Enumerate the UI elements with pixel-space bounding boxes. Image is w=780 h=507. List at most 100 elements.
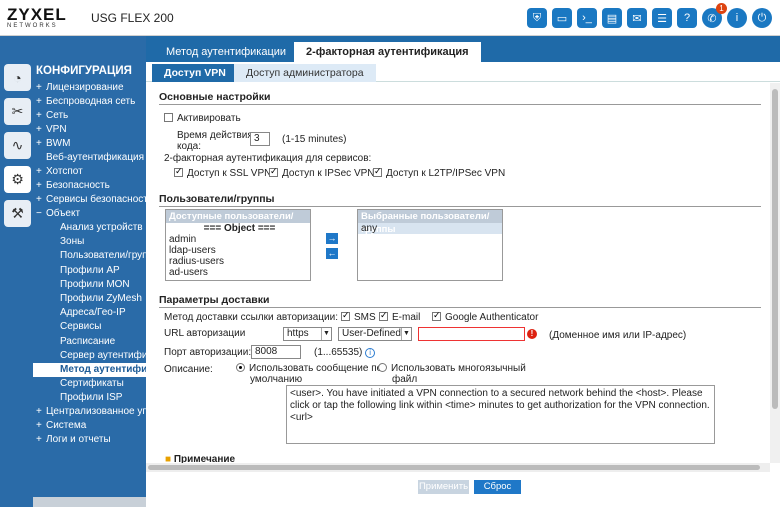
port-input[interactable]: 8008	[251, 345, 301, 359]
sidebar-item[interactable]: + Лицензирование	[33, 81, 146, 95]
ssl-vpn-checkbox[interactable]	[174, 166, 183, 177]
expand-toggle-icon[interactable]: +	[36, 137, 46, 151]
info-icon[interactable]: i	[365, 348, 376, 358]
host-type-select[interactable]: User-Defined ▼	[338, 327, 412, 341]
sidebar-item[interactable]: − Объект	[33, 207, 146, 221]
valid-time-input[interactable]: 3	[250, 132, 270, 146]
method-email[interactable]: E-mail	[379, 310, 420, 323]
move-right-button[interactable]: →	[326, 233, 338, 244]
expand-toggle-icon[interactable]: +	[36, 433, 46, 447]
dashboard-icon[interactable]: ◔	[4, 64, 31, 91]
expand-toggle-icon[interactable]: +	[36, 193, 46, 207]
activate-checkbox-row[interactable]: Активировать	[164, 113, 241, 124]
desc-default-option[interactable]: Использовать сообщение по умолчанию	[236, 363, 382, 385]
monitor-icon[interactable]: ▭	[552, 8, 572, 28]
sidebar-subitem[interactable]: Пользователи/группы	[33, 249, 146, 263]
sidebar-subitem[interactable]: Зоны	[33, 235, 146, 249]
hscroll-thumb[interactable]	[148, 465, 760, 470]
sidebar-subitem[interactable]: Профили ZyMesh	[33, 292, 146, 306]
list-item[interactable]: radius-users	[166, 256, 310, 267]
expand-toggle-icon[interactable]: +	[36, 405, 46, 419]
default-message-radio[interactable]	[236, 363, 245, 372]
sms-checkbox[interactable]	[341, 310, 350, 321]
shield-icon[interactable]: ⛨	[527, 8, 547, 28]
sidebar-subitem[interactable]: Профили AP	[33, 264, 146, 278]
envelope-icon[interactable]: ✉	[627, 8, 647, 28]
sidebar-item[interactable]: + Сеть	[33, 109, 146, 123]
sidebar-item[interactable]: Веб-аутентификация	[33, 151, 146, 165]
sidebar-scrollbar[interactable]	[33, 497, 146, 507]
file-icon[interactable]: ▤	[602, 8, 622, 28]
ipsec-vpn-checkbox[interactable]	[269, 166, 278, 177]
expand-toggle-icon[interactable]: +	[36, 165, 46, 179]
sidebar-item-label: Лицензирование	[46, 82, 124, 93]
chat-icon[interactable]: ✆ 1	[702, 3, 727, 28]
sidebar-item[interactable]: + Сервисы безопасности	[33, 193, 146, 207]
sidebar-item[interactable]: + VPN	[33, 123, 146, 137]
sidebar-subitem[interactable]: Сервер аутентификации	[33, 349, 146, 363]
tools-icon[interactable]: ✂	[4, 98, 31, 125]
sidebar-subitem[interactable]: Сервисы	[33, 320, 146, 334]
expand-toggle-icon[interactable]: +	[36, 123, 46, 137]
apply-button[interactable]: Применить	[418, 480, 469, 494]
list-item[interactable]: ldap-users	[166, 245, 310, 256]
expand-toggle-icon[interactable]: +	[36, 109, 46, 123]
reset-button[interactable]: Сброс	[474, 480, 521, 494]
sidebar-subitem[interactable]: Сертификаты	[33, 377, 146, 391]
sidebar-item[interactable]: + Беспроводная сеть	[33, 95, 146, 109]
activate-checkbox[interactable]	[164, 113, 173, 122]
sidebar-item[interactable]: + Хотспот	[33, 165, 146, 179]
help-icon[interactable]: ?	[677, 8, 697, 28]
error-icon: !	[527, 329, 537, 339]
tab-two-factor[interactable]: 2-факторная аутентификация	[294, 42, 481, 62]
sidebar-item[interactable]: + Безопасность	[33, 179, 146, 193]
message-textarea[interactable]: <user>. You have initiated a VPN connect…	[286, 385, 715, 444]
sidebar-item[interactable]: + BWM	[33, 137, 146, 151]
sidebar-item[interactable]: + Логи и отчеты	[33, 433, 146, 447]
sidebar-subitem[interactable]: Профили MON	[33, 278, 146, 292]
multilang-file-radio[interactable]	[378, 363, 387, 372]
expand-toggle-icon[interactable]: +	[36, 419, 46, 433]
expand-toggle-icon[interactable]: −	[36, 207, 46, 221]
document-icon[interactable]: ☰	[652, 8, 672, 28]
email-checkbox[interactable]	[379, 310, 388, 321]
sidebar-subitem[interactable]: Метод аутентификации	[33, 362, 146, 378]
info-icon[interactable]: i	[727, 8, 747, 28]
expand-toggle-icon[interactable]: +	[36, 81, 46, 95]
sidebar-item[interactable]: +Централизованное управление	[33, 405, 146, 419]
tab-auth-method[interactable]: Метод аутентификации	[154, 42, 298, 62]
method-google-auth[interactable]: Google Authenticator	[432, 310, 538, 323]
logout-icon[interactable]: ⏻	[752, 8, 772, 28]
gear-icon[interactable]: ⚙	[4, 166, 31, 193]
tab-vpn-access[interactable]: Доступ VPN	[152, 64, 238, 82]
content-vscrollbar[interactable]	[770, 83, 780, 463]
list-item[interactable]: admin	[166, 234, 310, 245]
l2tp-vpn-checkbox[interactable]	[373, 166, 382, 177]
host-input[interactable]	[418, 327, 525, 341]
google-auth-checkbox[interactable]	[432, 310, 441, 321]
service-l2tp-vpn[interactable]: Доступ к L2TP/IPSec VPN	[373, 166, 505, 179]
desc-multilang-option[interactable]: Использовать многоязычный файл	[378, 363, 526, 385]
vscroll-thumb[interactable]	[772, 89, 778, 409]
service-ipsec-vpn[interactable]: Доступ к IPSec VPN	[269, 166, 375, 179]
expand-toggle-icon[interactable]: +	[36, 95, 46, 109]
service-ssl-vpn[interactable]: Доступ к SSL VPN	[174, 166, 271, 179]
tab-admin-access[interactable]: Доступ администратора	[234, 64, 376, 82]
selected-users-list[interactable]: Выбранные пользователи/группы any	[357, 209, 503, 281]
protocol-select[interactable]: https ▼	[283, 327, 332, 341]
sidebar-subitem[interactable]: Расписание	[33, 335, 146, 349]
list-item[interactable]: ad-users	[166, 267, 310, 278]
sidebar-item[interactable]: + Система	[33, 419, 146, 433]
terminal-icon[interactable]: ›_	[577, 8, 597, 28]
available-users-list[interactable]: Доступные пользователи/группы === Object…	[165, 209, 311, 281]
method-sms[interactable]: SMS	[341, 310, 376, 323]
monitor-chart-icon[interactable]: ∿	[4, 132, 31, 159]
content-hscrollbar[interactable]	[146, 463, 770, 472]
host-type-value: User-Defined	[342, 328, 401, 339]
sidebar-subitem[interactable]: Адреса/Гео-IP	[33, 306, 146, 320]
sidebar-subitem[interactable]: Анализ устройств	[33, 221, 146, 235]
wrench-icon[interactable]: ⚒	[4, 200, 31, 227]
sidebar-subitem[interactable]: Профили ISP	[33, 391, 146, 405]
move-left-button[interactable]: ←	[326, 248, 338, 259]
expand-toggle-icon[interactable]: +	[36, 179, 46, 193]
